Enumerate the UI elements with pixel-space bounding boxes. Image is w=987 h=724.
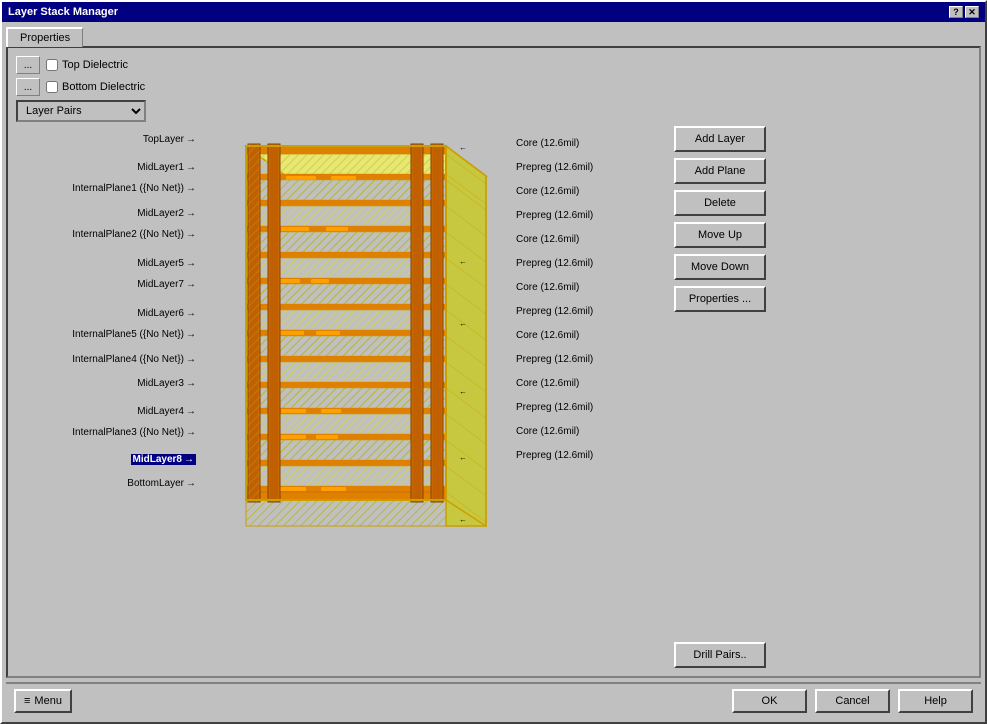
move-up-button[interactable]: Move Up — [674, 222, 766, 248]
bottom-dielectric-checkbox[interactable] — [46, 81, 58, 93]
right-label-4: Core (12.6mil) — [516, 234, 579, 245]
label-midlayer7: MidLayer7 → — [137, 279, 196, 290]
label-midlayer6: MidLayer6 → — [137, 308, 196, 319]
svg-text:←: ← — [459, 257, 467, 266]
help-title-btn[interactable]: ? — [949, 6, 963, 18]
label-internalplane4: InternalPlane4 ({No Net}) → — [72, 354, 196, 365]
left-labels-panel: TopLayer → MidLayer1 → InternalPlane1 ({… — [16, 126, 216, 668]
label-internalplane1: InternalPlane1 ({No Net}) → — [72, 183, 196, 194]
right-label-2: Core (12.6mil) — [516, 186, 579, 197]
close-title-btn[interactable]: ✕ — [965, 6, 979, 18]
menu-icon: ≡ — [24, 695, 30, 707]
label-midlayer3: MidLayer3 → — [137, 378, 196, 389]
pcb-svg: ← ← ← ← ← ← — [216, 126, 506, 566]
tab-bar: Properties — [6, 26, 981, 46]
right-label-6: Core (12.6mil) — [516, 282, 579, 293]
label-midlayer8: MidLayer8 → — [131, 454, 196, 465]
bottom-left: ≡ Menu — [14, 689, 72, 713]
svg-text:←: ← — [459, 143, 467, 152]
right-label-8: Core (12.6mil) — [516, 330, 579, 341]
svg-text:←: ← — [459, 515, 467, 524]
buttons-panel: Add Layer Add Plane Delete Move Up Move … — [666, 126, 766, 668]
right-labels-panel: Core (12.6mil) Prepreg (12.6mil) Core (1… — [516, 126, 666, 668]
properties-button[interactable]: Properties ... — [674, 286, 766, 312]
label-internalplane3: InternalPlane3 ({No Net}) → — [72, 427, 196, 438]
main-window: Layer Stack Manager ? ✕ Properties ... T… — [0, 0, 987, 724]
right-label-10: Core (12.6mil) — [516, 378, 579, 389]
bottom-controls: ... Bottom Dielectric — [16, 78, 971, 96]
right-label-11: Prepreg (12.6mil) — [516, 402, 593, 413]
right-label-5: Prepreg (12.6mil) — [516, 258, 593, 269]
bottom-right: OK Cancel Help — [732, 689, 973, 713]
right-label-1: Prepreg (12.6mil) — [516, 162, 593, 173]
right-label-9: Prepreg (12.6mil) — [516, 354, 593, 365]
svg-text:←: ← — [459, 453, 467, 462]
dropdown-row: Layer Pairs — [16, 100, 971, 122]
content-area: TopLayer → MidLayer1 → InternalPlane1 ({… — [16, 126, 971, 668]
label-internalplane5: InternalPlane5 ({No Net}) → — [72, 329, 196, 340]
bottom-bar: ≡ Menu OK Cancel Help — [6, 682, 981, 718]
help-button[interactable]: Help — [898, 689, 973, 713]
title-bar: Layer Stack Manager ? ✕ — [2, 2, 985, 22]
drill-pairs-button[interactable]: Drill Pairs.. — [674, 642, 766, 668]
bottom-dielectric-label: Bottom Dielectric — [46, 81, 145, 93]
top-dielectric-btn[interactable]: ... — [16, 56, 40, 74]
delete-button[interactable]: Delete — [674, 190, 766, 216]
right-label-12: Core (12.6mil) — [516, 426, 579, 437]
main-panel: ... Top Dielectric ... Bottom Dielectric… — [6, 46, 981, 678]
layer-pairs-dropdown[interactable]: Layer Pairs — [16, 100, 146, 122]
cancel-button[interactable]: Cancel — [815, 689, 890, 713]
label-bottomlayer: BottomLayer → — [127, 478, 196, 489]
tab-properties[interactable]: Properties — [6, 27, 83, 47]
menu-label: Menu — [34, 695, 62, 707]
right-label-3: Prepreg (12.6mil) — [516, 210, 593, 221]
label-midlayer5: MidLayer5 → — [137, 258, 196, 269]
right-label-7: Prepreg (12.6mil) — [516, 306, 593, 317]
label-midlayer4: MidLayer4 → — [137, 406, 196, 417]
add-layer-button[interactable]: Add Layer — [674, 126, 766, 152]
top-dielectric-checkbox[interactable] — [46, 59, 58, 71]
label-midlayer1: MidLayer1 → — [137, 162, 196, 173]
window-title: Layer Stack Manager — [8, 6, 118, 18]
menu-button[interactable]: ≡ Menu — [14, 689, 72, 713]
move-down-button[interactable]: Move Down — [674, 254, 766, 280]
title-bar-buttons: ? ✕ — [949, 6, 979, 18]
svg-text:←: ← — [459, 319, 467, 328]
bottom-dielectric-btn[interactable]: ... — [16, 78, 40, 96]
pcb-diagram: ← ← ← ← ← ← — [216, 126, 506, 566]
add-plane-button[interactable]: Add Plane — [674, 158, 766, 184]
svg-text:←: ← — [459, 387, 467, 396]
right-label-0: Core (12.6mil) — [516, 138, 579, 149]
label-internalplane2: InternalPlane2 ({No Net}) → — [72, 229, 196, 240]
ok-button[interactable]: OK — [732, 689, 807, 713]
top-dielectric-label: Top Dielectric — [46, 59, 128, 71]
label-toplayer: TopLayer → — [143, 134, 196, 145]
label-midlayer2: MidLayer2 → — [137, 208, 196, 219]
top-controls: ... Top Dielectric — [16, 56, 971, 74]
right-label-13: Prepreg (12.6mil) — [516, 450, 593, 461]
window-content: Properties ... Top Dielectric ... Bottom… — [2, 22, 985, 722]
